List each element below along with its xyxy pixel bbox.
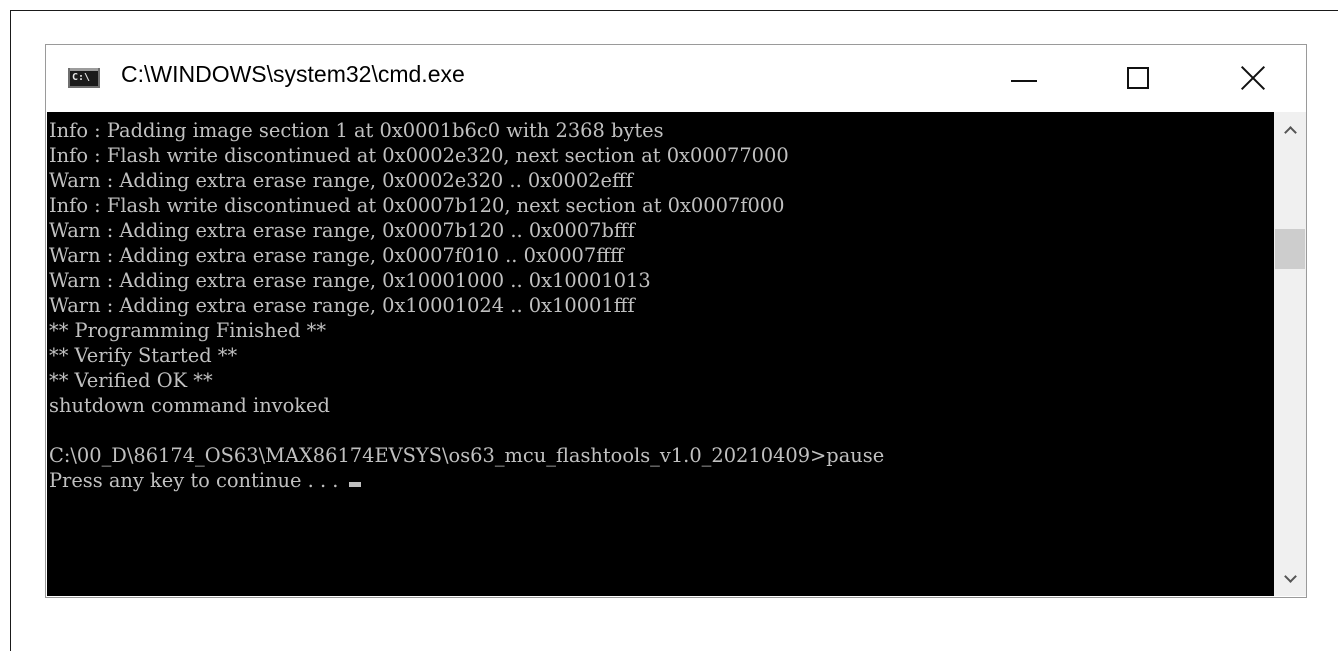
console-line: shutdown command invoked [49, 394, 330, 417]
console-prompt-line: Press any key to continue . . . [49, 468, 884, 493]
maximize-icon [1127, 67, 1149, 89]
console-lines: Info : Padding image section 1 at 0x0001… [49, 118, 884, 493]
console-line: ** Verified OK ** [49, 369, 213, 392]
console-line: ** Verify Started ** [49, 344, 238, 367]
title-bar[interactable]: C:\ C:\WINDOWS\system32\cmd.exe [46, 45, 1306, 112]
console-line: Warn : Adding extra erase range, 0x0007f… [49, 244, 624, 267]
text-cursor [348, 482, 361, 487]
close-button[interactable] [1198, 45, 1308, 111]
close-icon [1240, 65, 1266, 91]
console-line: Warn : Adding extra erase range, 0x10001… [49, 294, 635, 317]
scroll-down-button[interactable] [1274, 562, 1306, 596]
minimize-button[interactable] [978, 45, 1070, 111]
minimize-icon [1011, 80, 1037, 82]
scroll-up-button[interactable] [1274, 112, 1306, 146]
console-line: Warn : Adding extra erase range, 0x0002e… [49, 169, 633, 192]
console-line: Warn : Adding extra erase range, 0x0007b… [49, 219, 635, 242]
console-line: C:\00_D\86174_OS63\MAX86174EVSYS\os63_mc… [49, 444, 885, 467]
console-line: ** Programming Finished ** [49, 319, 327, 342]
vertical-scrollbar[interactable] [1274, 112, 1306, 596]
console-line: Info : Flash write discontinued at 0x000… [49, 144, 789, 167]
console-line-text: Press any key to continue . . . [49, 469, 345, 492]
window-title: C:\WINDOWS\system32\cmd.exe [121, 61, 465, 87]
chevron-up-icon [1283, 125, 1297, 139]
console-line: Info : Flash write discontinued at 0x000… [49, 194, 785, 217]
scroll-thumb[interactable] [1275, 229, 1305, 269]
console-line: Warn : Adding extra erase range, 0x10001… [49, 269, 651, 292]
cmd-app-icon[interactable]: C:\ [68, 68, 100, 88]
maximize-button[interactable] [1092, 45, 1184, 111]
cmd-window: C:\ C:\WINDOWS\system32\cmd.exe Info : P… [45, 44, 1307, 598]
chevron-down-icon [1283, 569, 1297, 583]
console-output[interactable]: Info : Padding image section 1 at 0x0001… [47, 112, 1274, 596]
console-line: Info : Padding image section 1 at 0x0001… [49, 119, 664, 142]
